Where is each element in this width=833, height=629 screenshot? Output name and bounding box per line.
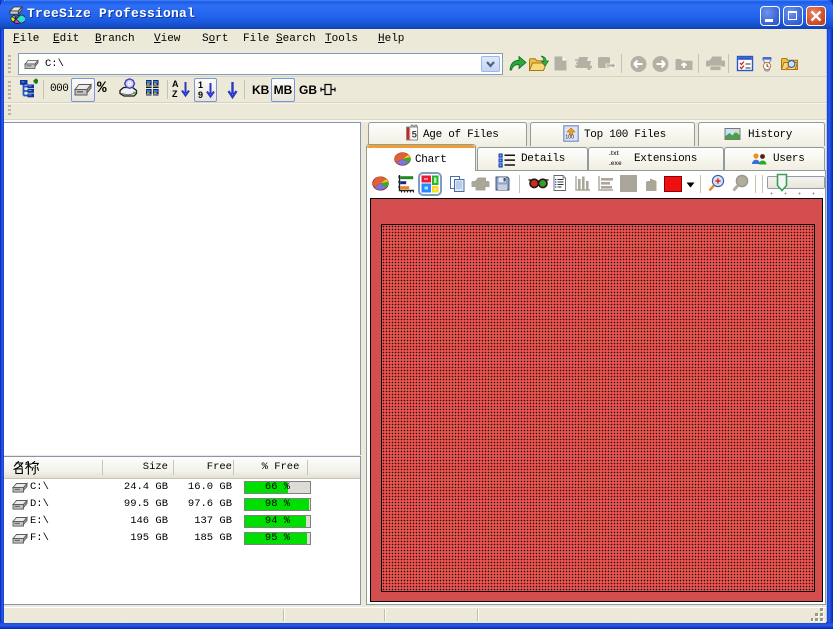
svg-text:100: 100 — [565, 134, 574, 140]
svg-text:5: 5 — [412, 130, 418, 141]
